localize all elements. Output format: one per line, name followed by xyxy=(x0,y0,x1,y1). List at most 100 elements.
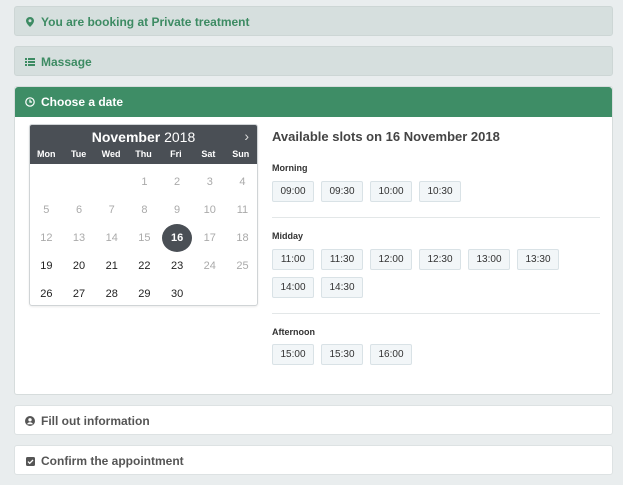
midday-label: Midday xyxy=(272,231,304,241)
time-slot-button[interactable]: 12:30 xyxy=(419,249,461,270)
calendar-week: 1 2 3 4 xyxy=(30,168,259,196)
calendar-day-number: 4 xyxy=(239,176,246,188)
confirm-appointment-panel[interactable]: Confirm the appointment xyxy=(14,445,613,475)
calendar-day-number: 27 xyxy=(72,288,86,300)
calendar-day-number: 11 xyxy=(236,204,249,216)
calendar-day: 3 xyxy=(193,168,226,196)
calendar-day[interactable]: 22 xyxy=(128,252,161,280)
calendar-day-number: 19 xyxy=(40,260,53,272)
calendar-day: 2 xyxy=(161,168,194,196)
time-slot-button[interactable]: 09:30 xyxy=(321,181,363,202)
weekday-label: Thu xyxy=(135,149,152,159)
slots-title: Available slots on 16 November 2018 xyxy=(272,129,500,144)
calendar-day: 11 xyxy=(226,196,259,224)
calendar-day-number: 6 xyxy=(75,204,83,216)
time-slot-button[interactable]: 16:00 xyxy=(370,344,412,365)
calendar-day[interactable]: 27 xyxy=(63,280,96,308)
calendar-day-number: 24 xyxy=(203,260,216,272)
calendar-day: 1 xyxy=(128,168,161,196)
weekday-label: Wed xyxy=(101,149,121,159)
service-label: Massage xyxy=(41,55,92,69)
calendar-week: 5 6 7 8 9 10 11 xyxy=(30,196,259,224)
calendar-day-number: 5 xyxy=(43,204,50,216)
user-icon xyxy=(25,416,35,426)
calendar-day-number: 3 xyxy=(206,176,213,188)
time-slot-button[interactable]: 14:00 xyxy=(272,277,314,298)
calendar-empty-cell xyxy=(95,168,128,196)
calendar-header: November 2018 › Mon Tue Wed Thu Fri Sat Sun xyxy=(30,125,257,164)
calendar-day-number: 23 xyxy=(170,260,184,272)
time-slot-button[interactable]: 10:30 xyxy=(419,181,461,202)
afternoon-label: Afternoon xyxy=(272,327,315,337)
weekday-label: Fri xyxy=(170,149,182,159)
next-month-chevron-icon[interactable]: › xyxy=(244,128,249,144)
calendar-day: 7 xyxy=(95,196,128,224)
calendar-day: 25 xyxy=(226,252,259,280)
calendar-day-number: 9 xyxy=(174,204,181,216)
calendar-day[interactable]: 29 xyxy=(128,280,161,308)
calendar-day-number: 7 xyxy=(108,204,115,216)
calendar-month: November xyxy=(91,129,161,145)
section-divider xyxy=(272,313,600,314)
time-slot-button[interactable]: 13:30 xyxy=(517,249,559,270)
service-panel[interactable]: Massage xyxy=(14,46,613,76)
calendar-day-number: 16 xyxy=(162,224,193,252)
weekday-label: Tue xyxy=(70,149,87,159)
choose-date-header[interactable]: Choose a date xyxy=(15,87,612,117)
calendar-day[interactable]: 30 xyxy=(161,280,194,308)
calendar-grid: 1 2 3 4 5 6 7 8 9 10 11 12 13 14 15 16 17 18 19 20 21 22 23 24 2… xyxy=(30,168,259,308)
time-slot-button[interactable]: 13:00 xyxy=(468,249,510,270)
booking-location-panel[interactable]: You are booking at Private treatment xyxy=(14,6,613,36)
calendar-day[interactable]: 21 xyxy=(95,252,128,280)
calendar: November 2018 › Mon Tue Wed Thu Fri Sat Sun 12… xyxy=(29,124,258,306)
calendar-week: 12 13 14 15 16 17 18 xyxy=(30,224,259,252)
calendar-day-number: 29 xyxy=(138,288,151,300)
clock-icon xyxy=(25,97,35,107)
time-slot-button[interactable]: 15:00 xyxy=(272,344,314,365)
calendar-day-number: 20 xyxy=(72,260,86,272)
fill-information-panel[interactable]: Fill out information xyxy=(14,405,613,435)
calendar-empty-cell xyxy=(226,280,259,308)
fill-information-label: Fill out information xyxy=(41,414,150,428)
calendar-day[interactable]: 16 xyxy=(161,224,194,252)
time-slot-button[interactable]: 12:00 xyxy=(370,249,412,270)
calendar-day[interactable]: 19 xyxy=(30,252,63,280)
calendar-day-number: 10 xyxy=(203,204,216,216)
time-slot-button[interactable]: 14:30 xyxy=(321,277,363,298)
calendar-day-number: 15 xyxy=(138,232,151,244)
calendar-day[interactable]: 26 xyxy=(30,280,63,308)
calendar-day-number: 2 xyxy=(174,176,181,188)
calendar-day: 12 xyxy=(30,224,63,252)
calendar-day-number: 26 xyxy=(40,288,53,300)
time-slot-button[interactable]: 15:30 xyxy=(321,344,363,365)
calendar-empty-cell xyxy=(63,168,96,196)
time-slot-button[interactable]: 09:00 xyxy=(272,181,314,202)
calendar-day-number: 30 xyxy=(170,288,184,300)
calendar-day: 4 xyxy=(226,168,259,196)
calendar-week: 19 20 21 22 23 24 25 xyxy=(30,252,259,280)
weekday-label: Sat xyxy=(201,149,216,159)
calendar-day: 5 xyxy=(30,196,63,224)
calendar-week: 26 27 28 29 30 xyxy=(30,280,259,308)
calendar-day[interactable]: 23 xyxy=(161,252,194,280)
calendar-day-number: 12 xyxy=(40,232,53,244)
calendar-day[interactable]: 20 xyxy=(63,252,96,280)
calendar-day-number: 28 xyxy=(105,288,118,300)
calendar-day-number: 1 xyxy=(141,176,148,188)
time-slot-button[interactable]: 10:00 xyxy=(370,181,412,202)
calendar-year: 2018 xyxy=(164,129,196,145)
calendar-day-number: 25 xyxy=(236,260,249,272)
calendar-day: 24 xyxy=(193,252,226,280)
time-slot-button[interactable]: 11:00 xyxy=(272,249,314,270)
calendar-title: November 2018 xyxy=(30,129,257,145)
calendar-day-number: 14 xyxy=(105,232,118,244)
time-slot-button[interactable]: 11:30 xyxy=(321,249,363,270)
list-icon xyxy=(25,57,35,67)
calendar-day: 14 xyxy=(95,224,128,252)
calendar-day-number: 21 xyxy=(105,260,118,272)
calendar-empty-cell xyxy=(193,280,226,308)
calendar-day[interactable]: 28 xyxy=(95,280,128,308)
calendar-day: 13 xyxy=(63,224,96,252)
calendar-day: 10 xyxy=(193,196,226,224)
booking-location-label: You are booking at Private treatment xyxy=(41,15,250,29)
